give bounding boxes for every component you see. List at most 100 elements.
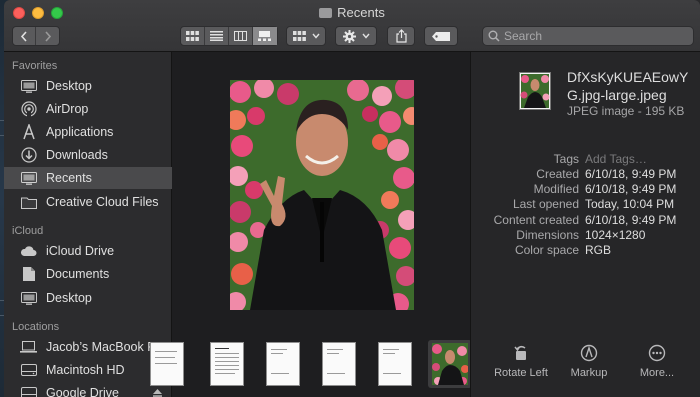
photo-portrait [230, 80, 414, 310]
list-view-button[interactable] [205, 27, 229, 45]
meta-row-created: Created 6/10/18, 9:49 PM [471, 167, 700, 182]
meta-value: 6/10/18, 9:49 PM [585, 182, 677, 196]
disk-icon [20, 386, 37, 397]
documents-icon [20, 267, 37, 281]
gallery-view-button[interactable] [253, 27, 277, 45]
meta-value: Today, 10:04 PM [585, 197, 675, 211]
sidebar-item-label: Macintosh HD [46, 363, 125, 377]
folder-icon [319, 8, 333, 18]
navigation-buttons [12, 26, 60, 46]
thumbnail[interactable] [266, 342, 300, 386]
tags-button[interactable] [424, 26, 458, 46]
meta-key: Tags [553, 152, 579, 166]
sidebar-item-airdrop[interactable]: AirDrop [4, 98, 172, 120]
thumbnail[interactable] [322, 342, 356, 386]
icon-view-button[interactable] [181, 27, 205, 45]
add-tags-field[interactable]: Add Tags… [585, 152, 647, 166]
meta-key: Modified [533, 182, 579, 196]
grid-icon [292, 31, 306, 41]
tag-icon [432, 31, 450, 41]
thumbnail[interactable] [150, 342, 184, 386]
desktop-icon [20, 79, 37, 93]
chevron-left-icon [20, 30, 27, 42]
rotate-left-button[interactable]: Rotate Left [483, 344, 559, 379]
sidebar-section-favorites: Favorites [12, 60, 58, 72]
meta-value: 1024×1280 [585, 228, 646, 242]
back-button[interactable] [13, 27, 37, 45]
sidebar-item-google-drive[interactable]: Google Drive [4, 382, 172, 397]
disk-icon [20, 363, 37, 377]
column-view-button[interactable] [229, 27, 253, 45]
sidebar-item-label: Documents [46, 267, 110, 281]
view-mode-buttons [180, 26, 278, 46]
meta-row-dimensions: Dimensions 1024×1280 [471, 228, 700, 243]
sidebar-item-recents[interactable]: Recents [4, 167, 172, 189]
sidebar-item-label: Desktop [46, 291, 92, 305]
grid-icon [186, 31, 199, 41]
sidebar-item-creative-cloud-files[interactable]: Creative Cloud Files [4, 191, 172, 213]
thumbnail-strip [150, 338, 472, 397]
sidebar-item-desktop[interactable]: Desktop [4, 75, 172, 97]
meta-key: Created [536, 167, 579, 181]
rotate-left-icon [514, 345, 526, 360]
downloads-icon [20, 147, 37, 163]
finder-window: Recents Search Favorites Desktop AirDrop… [4, 0, 700, 397]
sidebar-item-label: Applications [46, 125, 114, 139]
chevron-down-icon [311, 33, 320, 39]
sidebar-item-downloads[interactable]: Downloads [4, 144, 172, 166]
group-by-button[interactable] [286, 26, 326, 46]
meta-value: 6/10/18, 9:49 PM [585, 167, 677, 181]
gear-icon [342, 29, 356, 43]
forward-button[interactable] [36, 27, 59, 45]
action-menu-button[interactable] [335, 26, 377, 46]
sidebar-item-label: iCloud Drive [46, 244, 115, 258]
more-button[interactable]: More... [619, 344, 695, 379]
recents-icon [20, 171, 37, 185]
sidebar-item-icloud-desktop[interactable]: Desktop [4, 287, 172, 309]
preview-pane: DfXsKyKUEAEowYG.jpg-large.jpeg JPEG imag… [470, 52, 700, 397]
gallery-view [150, 52, 472, 397]
sidebar-item-macbook-pro[interactable]: Jacob’s MacBook Pro [4, 336, 172, 358]
sidebar-item-label: Jacob’s MacBook Pro [46, 340, 167, 354]
search-icon [488, 30, 500, 42]
sidebar: Favorites Desktop AirDrop Applications D… [4, 52, 172, 397]
markup-icon [580, 344, 598, 362]
meta-row-content-created: Content created 6/10/18, 9:49 PM [471, 213, 700, 228]
folder-icon [20, 195, 37, 209]
window-title-text: Recents [337, 5, 385, 20]
sidebar-section-icloud: iCloud [12, 225, 44, 237]
meta-value: RGB [585, 243, 612, 257]
airdrop-icon [20, 101, 37, 117]
thumbnail-selected[interactable] [428, 340, 472, 388]
sidebar-item-label: Google Drive [46, 386, 119, 397]
desktop-icon [20, 291, 37, 305]
more-icon [648, 344, 666, 362]
meta-key: Color space [514, 243, 579, 257]
share-button[interactable] [387, 26, 415, 46]
sidebar-item-label: Downloads [46, 148, 108, 162]
sidebar-item-documents[interactable]: Documents [4, 263, 172, 285]
markup-button[interactable]: Markup [551, 344, 627, 379]
search-field[interactable]: Search [482, 26, 694, 46]
sidebar-item-label: Creative Cloud Files [46, 195, 159, 209]
share-icon [395, 29, 407, 43]
sidebar-item-label: AirDrop [46, 102, 89, 116]
sidebar-item-applications[interactable]: Applications [4, 121, 172, 143]
file-name: DfXsKyKUEAEowYG.jpg-large.jpeg [567, 69, 689, 103]
chevron-right-icon [44, 30, 51, 42]
gallery-icon [258, 31, 272, 41]
list-icon [210, 31, 223, 41]
meta-row-color-space: Color space RGB [471, 243, 700, 258]
window-title: Recents [4, 5, 700, 20]
eject-icon[interactable] [153, 386, 162, 397]
thumbnail[interactable] [378, 342, 412, 386]
meta-row-last-opened: Last opened Today, 10:04 PM [471, 197, 700, 212]
thumbnail[interactable] [210, 342, 244, 386]
preview-image[interactable] [230, 80, 414, 310]
applications-icon [20, 124, 37, 140]
sidebar-item-macintosh-hd[interactable]: Macintosh HD [4, 359, 172, 381]
sidebar-item-icloud-drive[interactable]: iCloud Drive [4, 240, 172, 262]
file-kind-size: JPEG image - 195 KB [567, 104, 685, 118]
rotate-left-label: Rotate Left [494, 367, 548, 379]
columns-icon [234, 31, 247, 41]
